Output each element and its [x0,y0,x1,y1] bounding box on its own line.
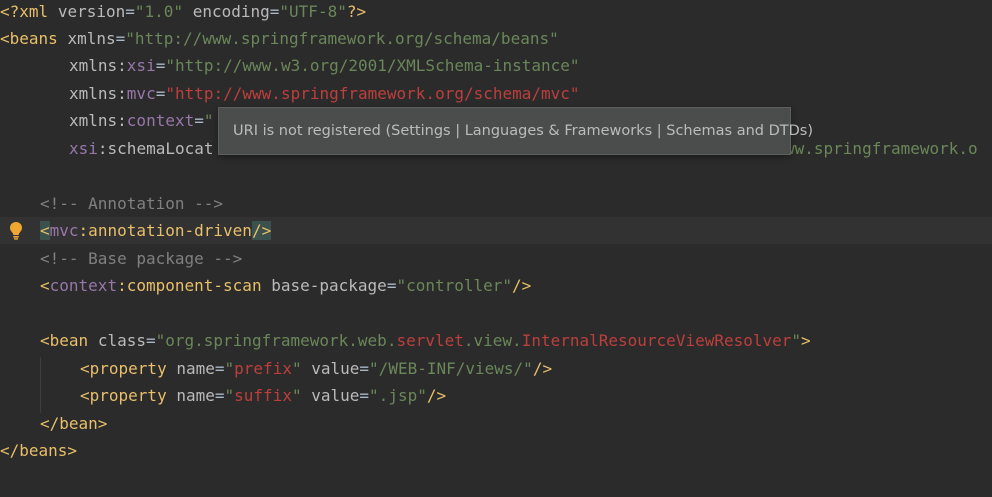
comment-annotation: <!-- Annotation --> [40,194,224,213]
property-open-tag: <property [80,386,167,405]
quote: " [291,359,302,378]
code-line-4[interactable]: xmlns:mvc="http://www.springframework.or… [0,80,992,107]
xmlns-prefix: xmlns: [69,84,127,103]
quote: " [291,386,302,405]
eq: = [194,111,204,130]
xml-decl-close: ?> [346,2,367,21]
class-val-resolver: InternalResourceViewResolver [521,331,792,350]
eq: = [386,276,397,295]
code-line-11[interactable]: <context:component-scan base-package="co… [0,272,992,299]
class-val-quote: " [791,331,802,350]
xsi-val: "http://www.w3.org/2001/XMLSchema-instan… [165,56,580,75]
code-line-8[interactable]: <!-- Annotation --> [0,190,992,217]
eq: = [145,331,156,350]
code-line-10[interactable]: <!-- Base package --> [0,245,992,272]
eq: = [214,359,225,378]
code-line-15[interactable]: <property name="suffix" value=".jsp"/> [0,382,992,409]
version-val: "1.0" [134,2,184,21]
code-line-13[interactable]: <bean class="org.springframework.web.ser… [0,327,992,354]
beans-open-tag: <beans [0,29,58,48]
code-line-3[interactable]: xmlns:xsi="http://www.w3.org/2001/XMLSch… [0,52,992,79]
schemalocation-val-tail: ww.springframework.o [785,139,978,158]
eq: = [155,56,166,75]
eq: = [125,2,135,21]
code-line-16[interactable]: </bean> [0,410,992,437]
ctx-tag-ns: context [49,276,118,295]
encoding-val: "UTF-8" [279,2,347,21]
xml-decl-open: <?xml [0,2,49,21]
context-ns: context [126,111,195,130]
self-close: /> [426,386,447,405]
version-attr: version [57,2,126,21]
value-attr: value [311,386,360,405]
code-editor[interactable]: <?xml version="1.0" encoding="UTF-8"?> <… [0,0,992,497]
context-val: " [203,111,214,130]
name-attr: name [176,386,215,405]
base-package-attr: base-package [271,276,387,295]
bean-open-tag: <bean [40,331,89,350]
comment-base-package: <!-- Base package --> [40,249,243,268]
eq: = [155,84,166,103]
schemalocation-attr: :schemaLocat [97,139,214,158]
code-line-9-current[interactable]: <mvc:annotation-driven/> [0,217,992,244]
encoding-attr: encoding [192,2,270,21]
xsi-ns: xsi [69,139,98,158]
beans-ns-val: "http://www.springframework.org/schema/b… [125,29,559,48]
xmlns-prefix: xmlns: [69,111,127,130]
suffix-value-val: ".jsp" [369,386,427,405]
property-open-tag: <property [80,359,167,378]
bean-close-tag: </bean> [40,414,108,433]
suffix-name-val: suffix [234,386,292,405]
class-val-part-c: .view. [463,331,522,350]
component-scan-tag: :component-scan [117,276,262,295]
code-line-1[interactable]: <?xml version="1.0" encoding="UTF-8"?> [0,0,992,25]
mvc-annotation-driven-tag: :annotation-driven [78,221,252,240]
class-val-servlet: servlet [396,331,464,350]
indent-guide [40,357,41,413]
class-attr: class [97,331,146,350]
mvc-tag-open-bracket: < [40,221,50,240]
mvc-tag-ns: mvc [49,221,79,240]
gt: > [801,331,811,350]
self-close: /> [532,359,553,378]
mvc-tag-close: /> [251,221,272,240]
xmlns-prefix: xmlns: [69,56,127,75]
eq: = [115,29,126,48]
ctx-tag-open: < [40,276,50,295]
base-package-val: "controller" [396,276,513,295]
name-attr: name [176,359,215,378]
code-line-14[interactable]: <property name="prefix" value="/WEB-INF/… [0,355,992,382]
xsi-ns: xsi [126,56,156,75]
self-close: /> [512,276,532,295]
eq: = [269,2,280,21]
code-line-2[interactable]: <beans xmlns="http://www.springframework… [0,25,992,52]
code-line-17[interactable]: </beans> [0,437,992,464]
mvc-ns-val-unregistered[interactable]: "http://www.springframework.org/schema/m… [165,84,579,103]
beans-close-tag: </beans> [0,441,78,460]
uri-not-registered-tooltip: URI is not registered (Settings | Langua… [218,107,813,155]
value-attr: value [311,359,360,378]
quote: " [224,386,235,405]
eq: = [359,386,370,405]
prefix-name-val: prefix [234,359,292,378]
class-val-part-a: "org.springframework.web. [155,331,397,350]
eq: = [359,359,370,378]
eq: = [214,386,225,405]
quote: " [224,359,235,378]
mvc-ns: mvc [126,84,156,103]
tooltip-text: URI is not registered (Settings | Langua… [233,123,813,139]
xmlns-attr: xmlns [67,29,116,48]
prefix-value-val: "/WEB-INF/views/" [369,359,533,378]
